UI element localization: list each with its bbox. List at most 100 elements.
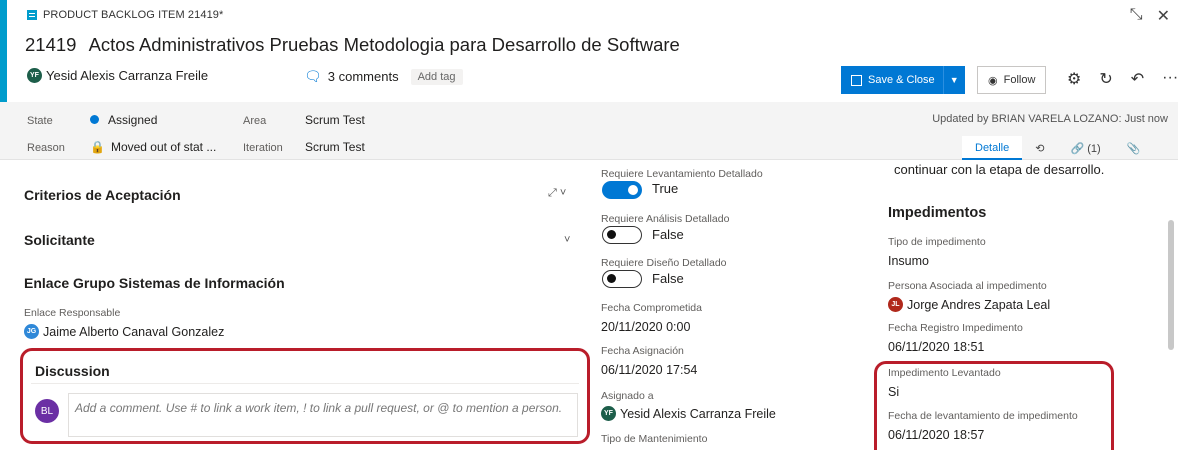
tipo-impedimento-field[interactable]: Insumo bbox=[888, 254, 929, 268]
save-options-dropdown[interactable]: ▼ bbox=[942, 66, 965, 94]
backlog-item-icon bbox=[27, 10, 37, 20]
fecha-comprometida-field[interactable]: 20/11/2020 0:00 bbox=[601, 320, 690, 334]
criterios-section-header[interactable]: Criterios de Aceptación bbox=[24, 187, 181, 203]
tipo-impedimento-label: Tipo de impedimento bbox=[888, 236, 986, 248]
work-item-id: 21419 bbox=[25, 34, 77, 55]
persona-value: Jorge Andres Zapata Leal bbox=[907, 297, 1051, 312]
state-indicator-icon bbox=[90, 115, 99, 124]
levantamiento-label: Requiere Levantamiento Detallado bbox=[601, 168, 763, 180]
add-tag-button[interactable]: Add tag bbox=[410, 68, 463, 85]
state-value: Assigned bbox=[108, 113, 158, 127]
area-field[interactable]: Scrum Test bbox=[305, 113, 365, 127]
enlace-responsable-field[interactable]: JG Jaime Alberto Canaval Gonzalez bbox=[24, 324, 224, 339]
work-item-title-text[interactable]: Actos Administrativos Pruebas Metodologi… bbox=[89, 34, 680, 55]
assigned-to-field[interactable]: YF Yesid Alexis Carranza Freile bbox=[27, 68, 208, 83]
avatar: BL bbox=[35, 399, 59, 423]
links-count: (1) bbox=[1087, 143, 1101, 155]
comments-link[interactable]: 3 comments bbox=[328, 69, 399, 84]
updated-by-text: Updated by BRIAN VARELA LOZANO: Just now bbox=[932, 113, 1168, 125]
discussion-section: Discussion BL Add a comment. Use # to li… bbox=[20, 348, 590, 444]
work-item-title[interactable]: 21419 Actos Administrativos Pruebas Meto… bbox=[25, 34, 680, 56]
fecha-levantamiento-field[interactable]: 06/11/2020 18:57 bbox=[888, 428, 984, 442]
analisis-value: False bbox=[652, 227, 684, 242]
diseno-toggle[interactable] bbox=[602, 270, 642, 288]
comments-area: 🗨 3 comments Add tag bbox=[304, 68, 463, 85]
enlace-responsable-label: Enlace Responsable bbox=[24, 307, 121, 319]
comment-icon: 🗨 bbox=[304, 68, 322, 84]
enlace-responsable-value: Jaime Alberto Canaval Gonzalez bbox=[43, 324, 225, 339]
history-icon: ⟲ bbox=[1035, 143, 1045, 155]
assignee-name[interactable]: Yesid Alexis Carranza Freile bbox=[46, 68, 208, 83]
gear-icon[interactable]: ⚙ bbox=[1067, 69, 1081, 89]
persona-field[interactable]: JL Jorge Andres Zapata Leal bbox=[888, 297, 1050, 312]
maximize-section-icon[interactable]: ⤢ ˅ bbox=[548, 187, 566, 200]
close-icon[interactable]: ✕ bbox=[1157, 6, 1170, 26]
scrollbar[interactable] bbox=[1168, 220, 1174, 350]
diseno-label: Requiere Diseño Detallado bbox=[601, 257, 727, 269]
fecha-registro-label: Fecha Registro Impedimento bbox=[888, 322, 1023, 334]
right-column: continuar con la etapa de desarrollo. Im… bbox=[872, 160, 1160, 450]
middle-column: Requiere Levantamiento Detallado True Re… bbox=[600, 160, 872, 450]
fecha-asignacion-label: Fecha Asignación bbox=[601, 345, 684, 357]
save-close-button[interactable]: Save & Close bbox=[841, 66, 943, 94]
state-label: State bbox=[27, 115, 53, 127]
work-item-type-label: PRODUCT BACKLOG ITEM 21419* bbox=[43, 9, 224, 21]
iteration-label: Iteration bbox=[243, 142, 283, 154]
area-label: Area bbox=[243, 115, 267, 127]
follow-button[interactable]: ◉ Follow bbox=[977, 66, 1047, 94]
tab-detalle[interactable]: Detalle bbox=[962, 136, 1023, 160]
tab-attachments[interactable]: 📎 bbox=[1114, 136, 1154, 160]
discussion-title: Discussion bbox=[35, 363, 110, 379]
work-item-body: Criterios de Aceptación ⤢ ˅ Solicitante … bbox=[0, 160, 1178, 450]
levantado-field[interactable]: Si bbox=[888, 385, 899, 399]
chevron-down-icon: ▼ bbox=[949, 75, 959, 85]
save-close-label: Save & Close bbox=[868, 74, 935, 86]
continuar-text: continuar con la etapa de desarrollo. bbox=[894, 162, 1105, 177]
header-actions: ⚙ ↻ ↶ ··· bbox=[1067, 69, 1178, 89]
tab-links[interactable]: 🔗 (1) bbox=[1057, 136, 1113, 160]
fecha-comprometida-label: Fecha Comprometida bbox=[601, 302, 702, 314]
levantamiento-toggle[interactable] bbox=[602, 181, 642, 199]
fecha-registro-field[interactable]: 06/11/2020 18:51 bbox=[888, 340, 984, 354]
follow-label: Follow bbox=[1003, 74, 1036, 86]
diseno-value: False bbox=[652, 271, 684, 286]
refresh-icon[interactable]: ↻ bbox=[1099, 69, 1112, 89]
undo-icon[interactable]: ↶ bbox=[1131, 69, 1144, 89]
persona-label: Persona Asociada al impedimento bbox=[888, 280, 1047, 292]
tab-history[interactable]: ⟲ bbox=[1022, 136, 1057, 160]
chevron-down-icon[interactable]: ˅ bbox=[564, 234, 570, 246]
avatar: JG bbox=[24, 324, 39, 339]
levantamiento-value: True bbox=[652, 181, 679, 196]
reason-label: Reason bbox=[27, 142, 65, 154]
enlace-section-header[interactable]: Enlace Grupo Sistemas de Información bbox=[24, 275, 285, 291]
comment-input[interactable]: Add a comment. Use # to link a work item… bbox=[68, 393, 578, 437]
asignado-field[interactable]: YF Yesid Alexis Carranza Freile bbox=[601, 406, 776, 421]
levantado-label: Impedimento Levantado bbox=[888, 367, 1001, 379]
window-controls: ⤡ ✕ bbox=[1130, 6, 1170, 26]
fecha-asignacion-field[interactable]: 06/11/2020 17:54 bbox=[601, 363, 697, 377]
link-icon: 🔗 bbox=[1070, 143, 1085, 155]
divider bbox=[31, 383, 579, 384]
avatar: YF bbox=[601, 406, 616, 421]
work-item-header: PRODUCT BACKLOG ITEM 21419* ⤡ ✕ 21419 Ac… bbox=[7, 0, 1178, 102]
tipo-mantenimiento-label: Tipo de Mantenimiento bbox=[601, 433, 708, 445]
state-dropdown[interactable]: Assigned bbox=[90, 113, 157, 127]
left-column: Criterios de Aceptación ⤢ ˅ Solicitante … bbox=[10, 160, 590, 450]
solicitante-section-header[interactable]: Solicitante bbox=[24, 232, 95, 248]
asignado-value: Yesid Alexis Carranza Freile bbox=[620, 406, 776, 421]
save-icon bbox=[851, 74, 862, 86]
impedimentos-header: Impedimentos bbox=[888, 205, 987, 221]
lock-icon: 🔒 bbox=[90, 140, 105, 154]
work-item-type: PRODUCT BACKLOG ITEM 21419* bbox=[27, 9, 223, 21]
reason-value: Moved out of stat ... bbox=[110, 140, 217, 154]
state-bar: State Assigned Reason 🔒 Moved out of stat… bbox=[0, 102, 1178, 160]
minimize-icon[interactable]: ⤡ bbox=[1130, 6, 1143, 26]
iteration-field[interactable]: Scrum Test bbox=[305, 140, 365, 154]
avatar: JL bbox=[888, 297, 903, 312]
analisis-label: Requiere Análisis Detallado bbox=[601, 213, 730, 225]
work-item-accent-bar bbox=[0, 0, 7, 102]
paperclip-icon: 📎 bbox=[1126, 143, 1141, 155]
analisis-toggle[interactable] bbox=[602, 226, 642, 244]
more-actions-icon[interactable]: ··· bbox=[1162, 69, 1178, 89]
reason-dropdown[interactable]: 🔒 Moved out of stat ... bbox=[90, 140, 216, 154]
